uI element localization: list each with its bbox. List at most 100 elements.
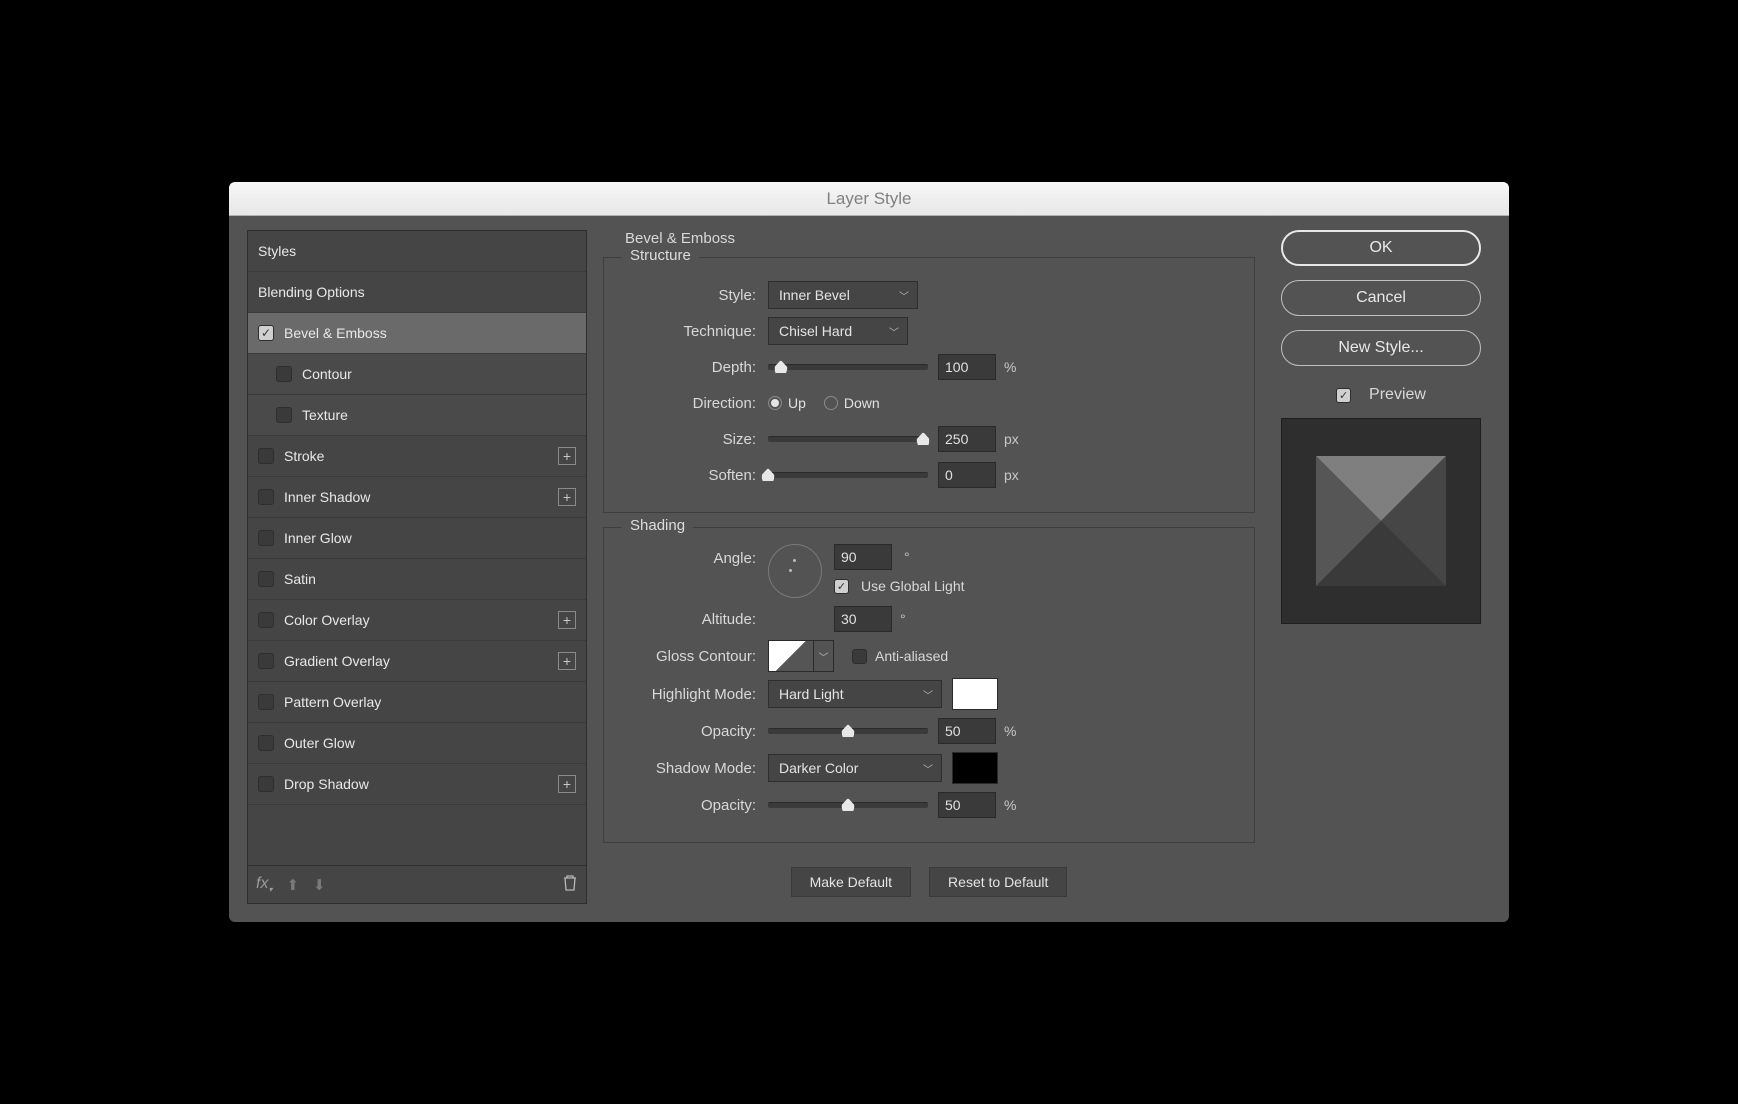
- shadow-opacity-slider[interactable]: [768, 802, 928, 808]
- highlight-opacity-slider[interactable]: [768, 728, 928, 734]
- style-select[interactable]: Inner Bevel﹀: [768, 281, 918, 309]
- highlight-mode-select[interactable]: Hard Light﹀: [768, 680, 942, 708]
- checkbox-satin[interactable]: [258, 571, 274, 587]
- preview-label: Preview: [1369, 386, 1426, 404]
- add-stroke-icon[interactable]: +: [558, 447, 576, 465]
- angle-value: 90: [841, 549, 857, 565]
- highlight-opacity-label: Opacity:: [620, 723, 756, 740]
- sidebar-item-label: Inner Shadow: [284, 489, 370, 505]
- sidebar-item-label: Bevel & Emboss: [284, 325, 387, 341]
- highlight-opacity-input[interactable]: 50: [938, 718, 996, 744]
- move-down-icon[interactable]: ⬇: [313, 876, 326, 894]
- checkbox-gradient-overlay[interactable]: [258, 653, 274, 669]
- styles-header[interactable]: Styles: [248, 231, 586, 272]
- right-column: OK Cancel New Style... ✓ Preview: [1271, 230, 1491, 904]
- shadow-opacity-input[interactable]: 50: [938, 792, 996, 818]
- shading-legend: Shading: [622, 517, 693, 534]
- sidebar-item-texture[interactable]: Texture: [248, 395, 586, 436]
- sidebar-item-satin[interactable]: Satin: [248, 559, 586, 600]
- depth-slider[interactable]: [768, 364, 928, 370]
- checkbox-pattern-overlay[interactable]: [258, 694, 274, 710]
- soften-label: Soften:: [620, 467, 756, 484]
- antialiased-label: Anti-aliased: [875, 648, 948, 664]
- move-up-icon[interactable]: ⬆: [286, 876, 299, 894]
- angle-dial[interactable]: [768, 544, 822, 598]
- gloss-contour-dropdown[interactable]: ﹀: [814, 640, 834, 672]
- checkbox-drop-shadow[interactable]: [258, 776, 274, 792]
- sidebar-item-label: Drop Shadow: [284, 776, 369, 792]
- checkbox-stroke[interactable]: [258, 448, 274, 464]
- altitude-input[interactable]: 30: [834, 606, 892, 632]
- depth-input[interactable]: 100: [938, 354, 996, 380]
- direction-up-radio[interactable]: [768, 396, 782, 410]
- ok-button[interactable]: OK: [1281, 230, 1481, 266]
- technique-select[interactable]: Chisel Hard ﹀: [768, 317, 908, 345]
- sidebar-item-label: Inner Glow: [284, 530, 352, 546]
- preview-checkbox[interactable]: ✓: [1336, 388, 1351, 403]
- direction-down-radio[interactable]: [824, 396, 838, 410]
- highlight-mode-label: Highlight Mode:: [620, 686, 756, 703]
- styles-header-label: Styles: [258, 243, 296, 259]
- add-gradient-overlay-icon[interactable]: +: [558, 652, 576, 670]
- add-drop-shadow-icon[interactable]: +: [558, 775, 576, 793]
- checkbox-inner-shadow[interactable]: [258, 489, 274, 505]
- sidebar-item-inner-shadow[interactable]: Inner Shadow +: [248, 477, 586, 518]
- checkbox-bevel-emboss[interactable]: ✓: [258, 325, 274, 341]
- add-color-overlay-icon[interactable]: +: [558, 611, 576, 629]
- sidebar-item-label: Texture: [302, 407, 348, 423]
- shadow-mode-value: Darker Color: [779, 760, 858, 776]
- layer-style-dialog: Layer Style Styles Blending Options ✓ Be…: [229, 182, 1509, 922]
- fx-menu-icon[interactable]: fx▾: [256, 875, 272, 894]
- sidebar-item-bevel-emboss[interactable]: ✓ Bevel & Emboss: [248, 313, 586, 354]
- cancel-button[interactable]: Cancel: [1281, 280, 1481, 316]
- sidebar-item-stroke[interactable]: Stroke +: [248, 436, 586, 477]
- use-global-light-checkbox[interactable]: ✓: [834, 579, 849, 594]
- new-style-label: New Style...: [1338, 339, 1423, 357]
- sidebar-item-drop-shadow[interactable]: Drop Shadow +: [248, 764, 586, 805]
- sidebar-item-contour[interactable]: Contour: [248, 354, 586, 395]
- size-input[interactable]: 250: [938, 426, 996, 452]
- checkbox-inner-glow[interactable]: [258, 530, 274, 546]
- make-default-button[interactable]: Make Default: [791, 867, 911, 897]
- shadow-opacity-value: 50: [945, 797, 961, 813]
- shading-group: Shading Angle: 90 ° ✓ Use Global Light: [603, 527, 1255, 843]
- direction-down-label: Down: [844, 395, 880, 411]
- sidebar-item-inner-glow[interactable]: Inner Glow: [248, 518, 586, 559]
- checkbox-texture[interactable]: [276, 407, 292, 423]
- preview-thumbnail: [1316, 456, 1446, 586]
- shadow-mode-label: Shadow Mode:: [620, 760, 756, 777]
- blending-options[interactable]: Blending Options: [248, 272, 586, 313]
- size-slider[interactable]: [768, 436, 928, 442]
- reset-default-button[interactable]: Reset to Default: [929, 867, 1067, 897]
- checkbox-contour[interactable]: [276, 366, 292, 382]
- checkbox-color-overlay[interactable]: [258, 612, 274, 628]
- technique-value: Chisel Hard: [779, 323, 852, 339]
- shadow-color-swatch[interactable]: [952, 752, 998, 784]
- checkbox-outer-glow[interactable]: [258, 735, 274, 751]
- shadow-mode-select[interactable]: Darker Color﹀: [768, 754, 942, 782]
- size-value: 250: [945, 431, 968, 447]
- fx-label: fx: [256, 875, 268, 892]
- use-global-light-label: Use Global Light: [861, 578, 965, 594]
- highlight-color-swatch[interactable]: [952, 678, 998, 710]
- antialiased-checkbox[interactable]: [852, 649, 867, 664]
- angle-label: Angle:: [620, 550, 756, 567]
- panel-title-text: Bevel & Emboss: [625, 230, 735, 247]
- chevron-down-icon: ﹀: [889, 324, 899, 339]
- sidebar-item-outer-glow[interactable]: Outer Glow: [248, 723, 586, 764]
- angle-input[interactable]: 90: [834, 544, 892, 570]
- soften-input[interactable]: 0: [938, 462, 996, 488]
- gloss-contour-swatch[interactable]: [768, 640, 814, 672]
- cancel-label: Cancel: [1356, 289, 1406, 307]
- sidebar-item-pattern-overlay[interactable]: Pattern Overlay: [248, 682, 586, 723]
- soften-slider[interactable]: [768, 472, 928, 478]
- altitude-unit: °: [900, 611, 906, 627]
- size-label: Size:: [620, 431, 756, 448]
- technique-label: Technique:: [620, 323, 756, 340]
- trash-icon[interactable]: [562, 874, 578, 895]
- new-style-button[interactable]: New Style...: [1281, 330, 1481, 366]
- reset-default-label: Reset to Default: [948, 874, 1048, 890]
- sidebar-item-gradient-overlay[interactable]: Gradient Overlay +: [248, 641, 586, 682]
- sidebar-item-color-overlay[interactable]: Color Overlay +: [248, 600, 586, 641]
- add-inner-shadow-icon[interactable]: +: [558, 488, 576, 506]
